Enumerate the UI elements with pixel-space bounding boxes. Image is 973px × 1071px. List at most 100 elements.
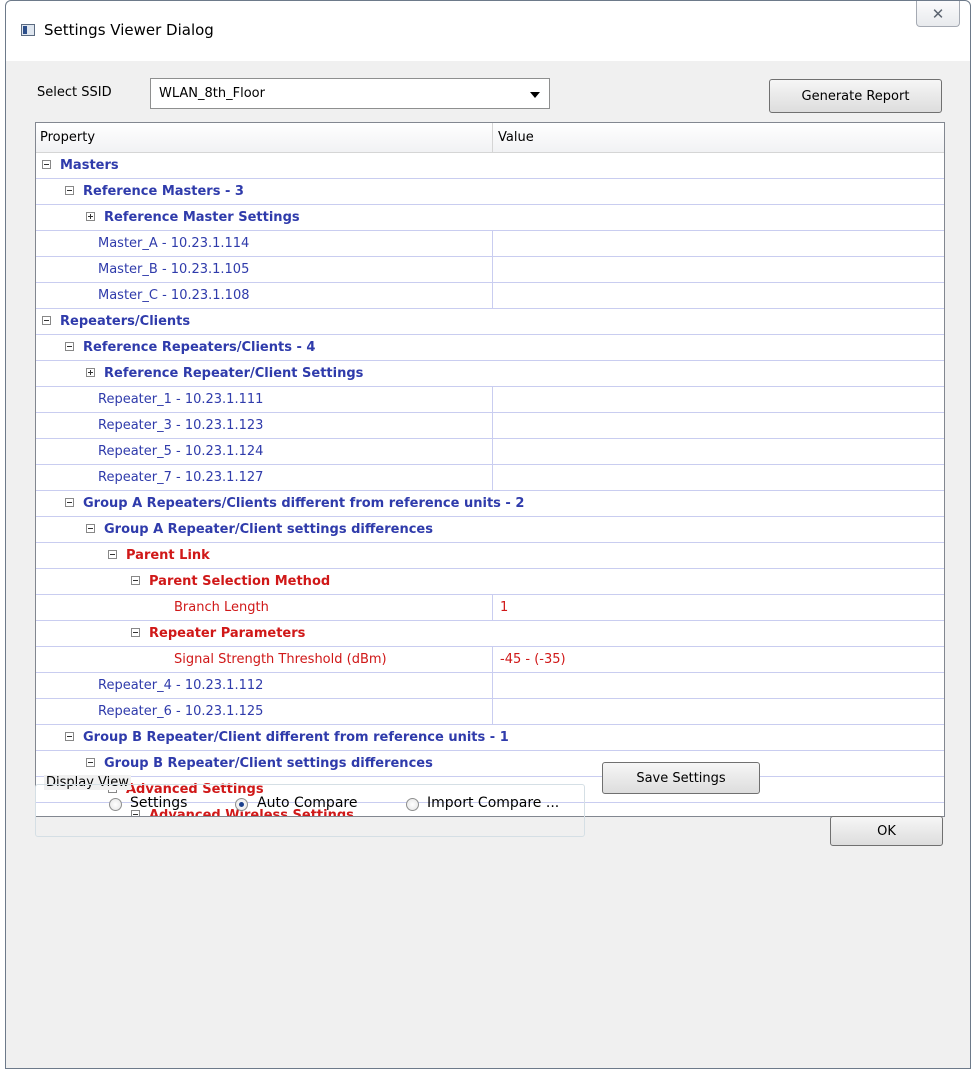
tree-row[interactable]: Repeater_4 - 10.23.1.112 (36, 673, 944, 699)
tree-row[interactable]: Group B Repeater/Client different from r… (36, 725, 944, 751)
tree-row-label: Repeater Parameters (149, 626, 306, 641)
tree-row-label: Parent Link (126, 548, 210, 563)
collapse-minus-icon[interactable] (65, 342, 74, 351)
collapse-minus-icon[interactable] (42, 316, 51, 325)
close-button[interactable]: ✕ (916, 1, 960, 27)
tree-row-label: Reference Repeater/Client Settings (104, 366, 364, 381)
tree-row-property: Repeater_3 - 10.23.1.123 (98, 413, 263, 438)
tree-row-property: Group A Repeaters/Clients different from… (65, 491, 524, 516)
radio-import-compare[interactable] (406, 798, 419, 811)
generate-report-button[interactable]: Generate Report (769, 79, 942, 113)
tree-row-label: Repeater_7 - 10.23.1.127 (98, 470, 264, 485)
tree-row-value (492, 699, 940, 724)
tree-row-value: 1 (492, 595, 940, 620)
tree-row-property: Group B Repeater/Client settings differe… (86, 751, 433, 776)
collapse-minus-icon[interactable] (108, 550, 117, 559)
collapse-minus-icon[interactable] (65, 498, 74, 507)
tree-row-property: Master_B - 10.23.1.105 (98, 257, 249, 282)
tree-row-property: Parent Selection Method (131, 569, 330, 594)
tree-row-label: Group B Repeater/Client settings differe… (104, 756, 433, 771)
tree-row[interactable]: Parent Selection Method (36, 569, 944, 595)
tree-row-label: Group A Repeaters/Clients different from… (83, 496, 525, 511)
collapse-minus-icon[interactable] (42, 160, 51, 169)
tree-row[interactable]: Repeater_7 - 10.23.1.127 (36, 465, 944, 491)
tree-row-label: Repeater_3 - 10.23.1.123 (98, 418, 264, 433)
column-header-property[interactable]: Property (40, 130, 95, 145)
tree-row[interactable]: Signal Strength Threshold (dBm) -45 - (-3… (36, 647, 944, 673)
collapse-minus-icon[interactable] (65, 732, 74, 741)
radio-auto-compare-label[interactable]: Auto Compare (257, 795, 357, 811)
collapse-minus-icon[interactable] (86, 758, 95, 767)
tree-row-label: Repeater_1 - 10.23.1.111 (98, 392, 264, 407)
tree-row[interactable]: Master_B - 10.23.1.105 (36, 257, 944, 283)
expand-plus-icon[interactable] (86, 212, 95, 221)
tree-row[interactable]: Repeater_5 - 10.23.1.124 (36, 439, 944, 465)
tree-row[interactable]: Repeaters/Clients (36, 309, 944, 335)
radio-import-compare-label[interactable]: Import Compare ... (427, 795, 559, 811)
chevron-down-icon[interactable] (530, 92, 540, 98)
collapse-minus-icon[interactable] (131, 576, 140, 585)
tree-row[interactable]: Group A Repeater/Client settings differe… (36, 517, 944, 543)
tree-row-value (492, 465, 940, 490)
tree-row[interactable]: Reference Repeaters/Clients - 4 (36, 335, 944, 361)
tree-row[interactable]: Reference Master Settings (36, 205, 944, 231)
close-icon: ✕ (931, 4, 945, 23)
tree-row-property: Repeater_5 - 10.23.1.124 (98, 439, 263, 464)
tree-row[interactable]: Repeater Parameters (36, 621, 944, 647)
tree-row-property: Group A Repeater/Client settings differe… (86, 517, 433, 542)
tree-row[interactable]: Master_A - 10.23.1.114 (36, 231, 944, 257)
tree-row-label: Repeaters/Clients (60, 314, 191, 329)
dialog-title: Settings Viewer Dialog (44, 21, 214, 39)
collapse-minus-icon[interactable] (86, 524, 95, 533)
settings-viewer-dialog: Settings Viewer Dialog ✕ Select SSID WLA… (5, 0, 971, 1069)
tree-row[interactable]: Reference Repeater/Client Settings (36, 361, 944, 387)
tree-row-label: Reference Repeaters/Clients - 4 (83, 340, 316, 355)
column-divider[interactable] (492, 123, 493, 153)
tree-row[interactable]: Repeater_1 - 10.23.1.111 (36, 387, 944, 413)
tree-row-label: Group A Repeater/Client settings differe… (104, 522, 433, 537)
tree-row-label: Masters (60, 158, 119, 173)
tree-row-value (492, 231, 940, 256)
tree-row[interactable]: Masters (36, 153, 944, 179)
radio-auto-compare[interactable] (235, 798, 248, 811)
tree-row[interactable]: Repeater_6 - 10.23.1.125 (36, 699, 944, 725)
tree-row-label: Master_B - 10.23.1.105 (98, 262, 250, 277)
ok-button[interactable]: OK (830, 816, 943, 846)
tree-row-property: Repeaters/Clients (42, 309, 190, 334)
tree-row-property: Parent Link (108, 543, 210, 568)
tree-row-label: Repeater_4 - 10.23.1.112 (98, 678, 264, 693)
tree-row[interactable]: Master_C - 10.23.1.108 (36, 283, 944, 309)
collapse-minus-icon[interactable] (65, 186, 74, 195)
tree-row[interactable]: Repeater_3 - 10.23.1.123 (36, 413, 944, 439)
tree-row[interactable]: Parent Link (36, 543, 944, 569)
tree-row-value (492, 283, 940, 308)
tree-row[interactable]: Group A Repeaters/Clients different from… (36, 491, 944, 517)
column-header-value[interactable]: Value (498, 130, 534, 145)
tree-row[interactable]: Group B Repeater/Client settings differe… (36, 751, 944, 777)
radio-settings[interactable] (109, 798, 122, 811)
tree-row-property: Repeater_7 - 10.23.1.127 (98, 465, 263, 490)
expand-plus-icon[interactable] (86, 368, 95, 377)
tree-row-property: Repeater Parameters (131, 621, 305, 646)
collapse-minus-icon[interactable] (131, 628, 140, 637)
app-window-icon (21, 24, 35, 36)
tree-row-property: Repeater_6 - 10.23.1.125 (98, 699, 263, 724)
tree-row[interactable]: Branch Length 1 (36, 595, 944, 621)
tree-row-property: Reference Masters - 3 (65, 179, 244, 204)
tree-row-value (492, 387, 940, 412)
tree-row-label: Parent Selection Method (149, 574, 331, 589)
tree-row[interactable]: Reference Masters - 3 (36, 179, 944, 205)
ssid-select[interactable]: WLAN_8th_Floor (150, 78, 550, 109)
tree-row-property: Repeater_4 - 10.23.1.112 (98, 673, 263, 698)
tree-row-property: Reference Repeater/Client Settings (86, 361, 363, 386)
dialog-body: Select SSID WLAN_8th_Floor Generate Repo… (6, 61, 970, 1068)
tree-row-property: Reference Master Settings (86, 205, 300, 230)
settings-tree[interactable]: Property Value Masters Reference Masters … (35, 122, 945, 817)
tree-row-label: Signal Strength Threshold (dBm) (174, 652, 387, 667)
radio-settings-label[interactable]: Settings (130, 795, 187, 811)
tree-row-property: Master_A - 10.23.1.114 (98, 231, 249, 256)
tree-row-property: Group B Repeater/Client different from r… (65, 725, 509, 750)
tree-row-value (492, 673, 940, 698)
save-settings-button[interactable]: Save Settings (602, 762, 760, 794)
tree-row-label: Group B Repeater/Client different from r… (83, 730, 509, 745)
